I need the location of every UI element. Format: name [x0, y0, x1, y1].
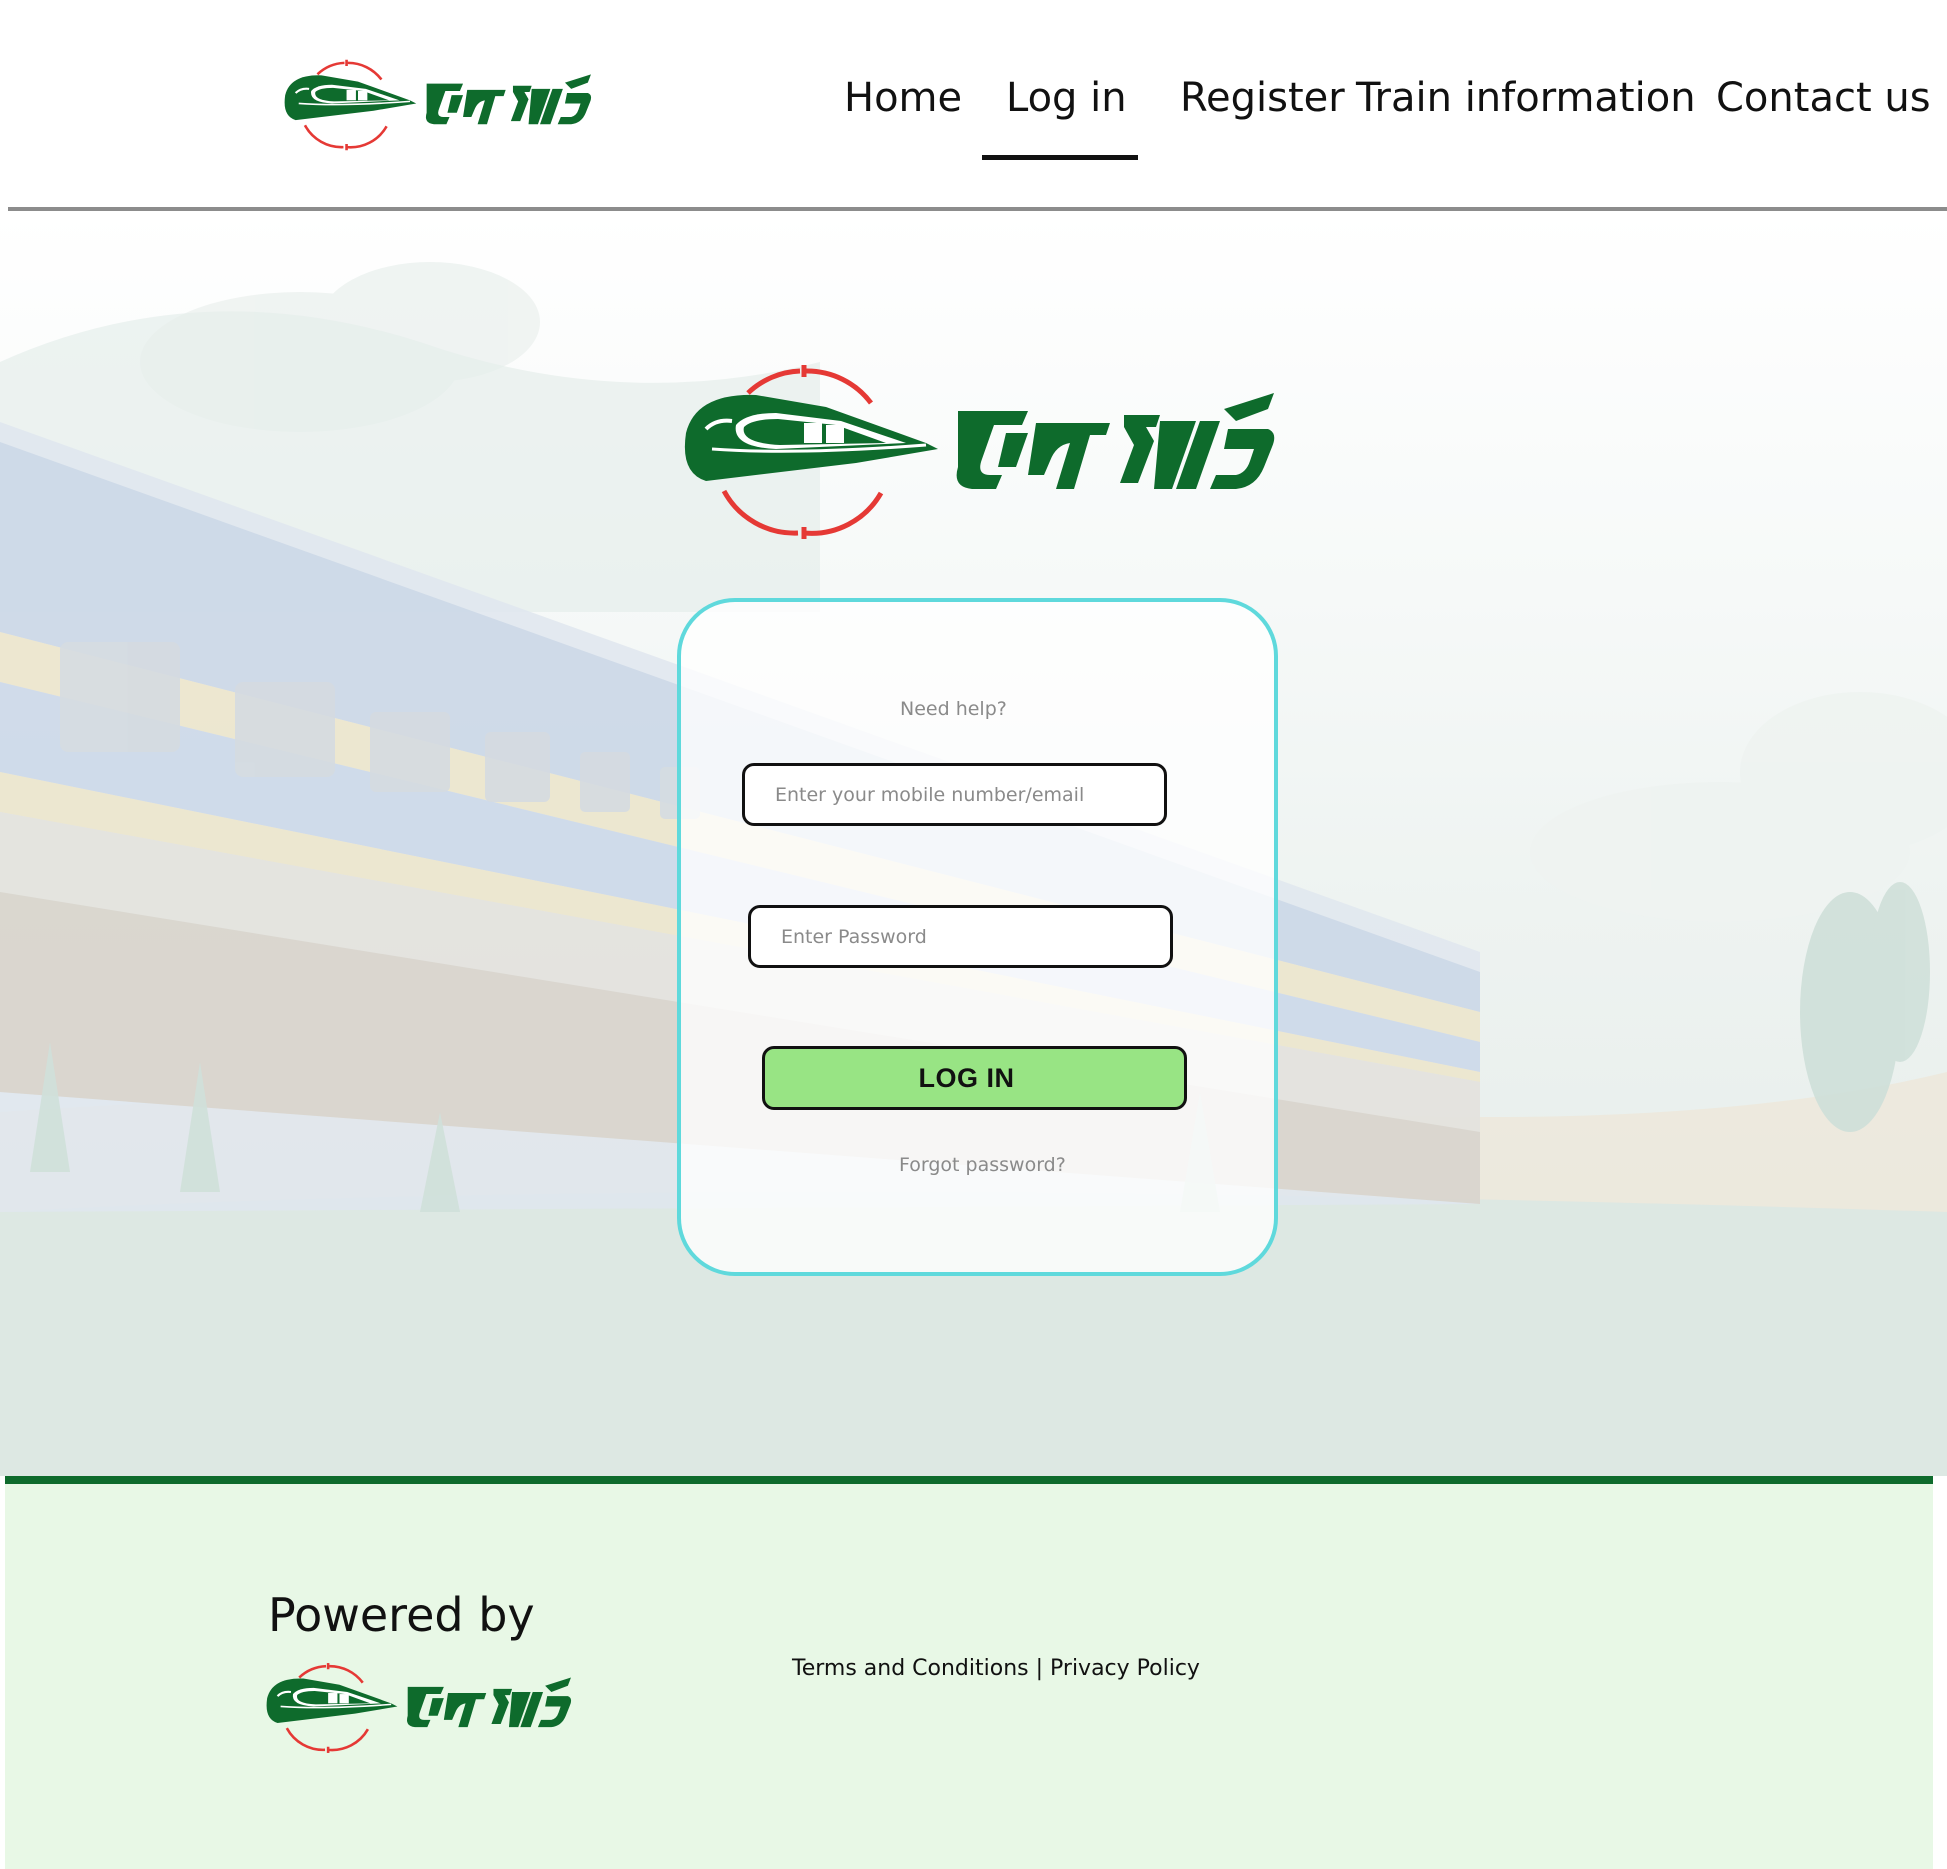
nav-train-information[interactable]: Train information	[1356, 70, 1696, 126]
password-field[interactable]	[748, 905, 1173, 968]
footer-links: Terms and Conditions | Privacy Policy	[792, 1656, 1200, 1681]
footer-divider	[5, 1476, 1933, 1484]
login-button-label: LOG IN	[918, 1063, 1015, 1093]
footer-brand-logo	[262, 1662, 572, 1754]
brand-logo[interactable]	[280, 58, 592, 152]
nav-home[interactable]: Home	[844, 70, 962, 126]
main-brand-logo	[676, 363, 1276, 541]
nav-active-indicator	[982, 155, 1138, 160]
privacy-link[interactable]: Privacy Policy	[1050, 1656, 1200, 1681]
need-help-link[interactable]: Need help?	[900, 698, 1007, 720]
powered-by-label: Powered by	[268, 1588, 535, 1642]
site-header: Home Log in Register Train information C…	[0, 0, 1947, 212]
nav-register[interactable]: Register	[1180, 70, 1345, 126]
forgot-password-link[interactable]: Forgot password?	[899, 1154, 1066, 1176]
nav-login[interactable]: Log in	[1006, 70, 1127, 126]
nav-contact-us[interactable]: Contact us	[1716, 70, 1931, 126]
login-button[interactable]: LOG IN	[762, 1046, 1187, 1110]
email-field[interactable]	[742, 763, 1167, 826]
footer-separator: |	[1028, 1656, 1051, 1681]
terms-link[interactable]: Terms and Conditions	[792, 1656, 1029, 1681]
header-divider	[8, 207, 1947, 211]
